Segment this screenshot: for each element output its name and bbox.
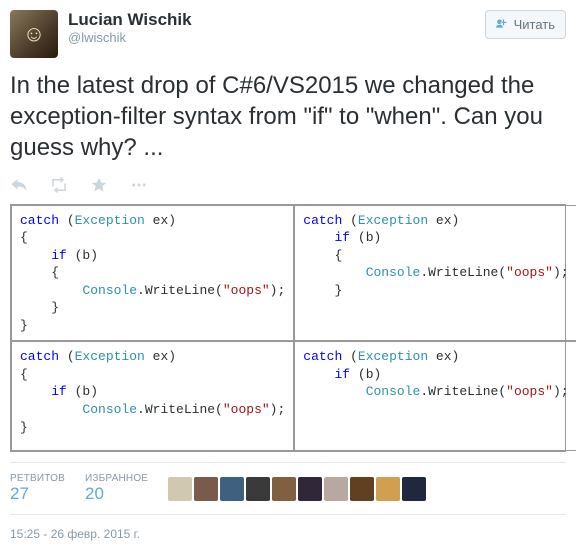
- more-icon[interactable]: [130, 176, 148, 194]
- favoriter-avatar[interactable]: [272, 477, 296, 501]
- favoriter-avatar[interactable]: [168, 477, 192, 501]
- follow-button[interactable]: Читать: [485, 10, 566, 39]
- retweets-label: РЕТВИТОВ: [10, 473, 65, 484]
- favoriter-avatar[interactable]: [376, 477, 400, 501]
- favorite-count[interactable]: ИЗБРАННОЕ 20: [85, 473, 148, 504]
- retweets-value: 27: [10, 484, 65, 504]
- favoriter-avatar[interactable]: [402, 477, 426, 501]
- favorites-label: ИЗБРАННОЕ: [85, 473, 148, 484]
- handle[interactable]: @lwischik: [68, 30, 485, 45]
- favoriter-avatar[interactable]: [220, 477, 244, 501]
- favorites-value: 20: [85, 484, 148, 504]
- retweet-count[interactable]: РЕТВИТОВ 27: [10, 473, 65, 504]
- code-cell-bottom-right: catch (Exception ex) if (b) Console.Writ…: [294, 341, 576, 451]
- favorite-icon[interactable]: [90, 176, 108, 194]
- tweet-actions: [10, 176, 566, 194]
- favoriter-avatar[interactable]: [194, 477, 218, 501]
- favoriter-avatar[interactable]: [350, 477, 374, 501]
- favoriter-avatar[interactable]: [246, 477, 270, 501]
- favoriter-avatars: [168, 477, 426, 501]
- favoriter-avatar[interactable]: [298, 477, 322, 501]
- code-cell-top-left: catch (Exception ex) { if (b) { Console.…: [11, 205, 294, 342]
- follow-button-label: Читать: [514, 17, 555, 32]
- retweet-icon[interactable]: [50, 176, 68, 194]
- reply-icon[interactable]: [10, 176, 28, 194]
- stats-bar: РЕТВИТОВ 27 ИЗБРАННОЕ 20: [10, 462, 566, 515]
- follow-user-icon: [496, 16, 510, 33]
- code-cell-bottom-left: catch (Exception ex) { if (b) Console.Wr…: [11, 341, 294, 451]
- avatar[interactable]: ☺: [10, 10, 58, 58]
- code-cell-top-right: catch (Exception ex) if (b) { Console.Wr…: [294, 205, 576, 342]
- code-grid: catch (Exception ex) { if (b) { Console.…: [10, 204, 566, 453]
- timestamp[interactable]: 15:25 - 26 февр. 2015 г.: [10, 527, 566, 541]
- tweet-text: In the latest drop of C#6/VS2015 we chan…: [10, 70, 566, 164]
- favoriter-avatar[interactable]: [324, 477, 348, 501]
- display-name[interactable]: Lucian Wischik: [68, 10, 485, 30]
